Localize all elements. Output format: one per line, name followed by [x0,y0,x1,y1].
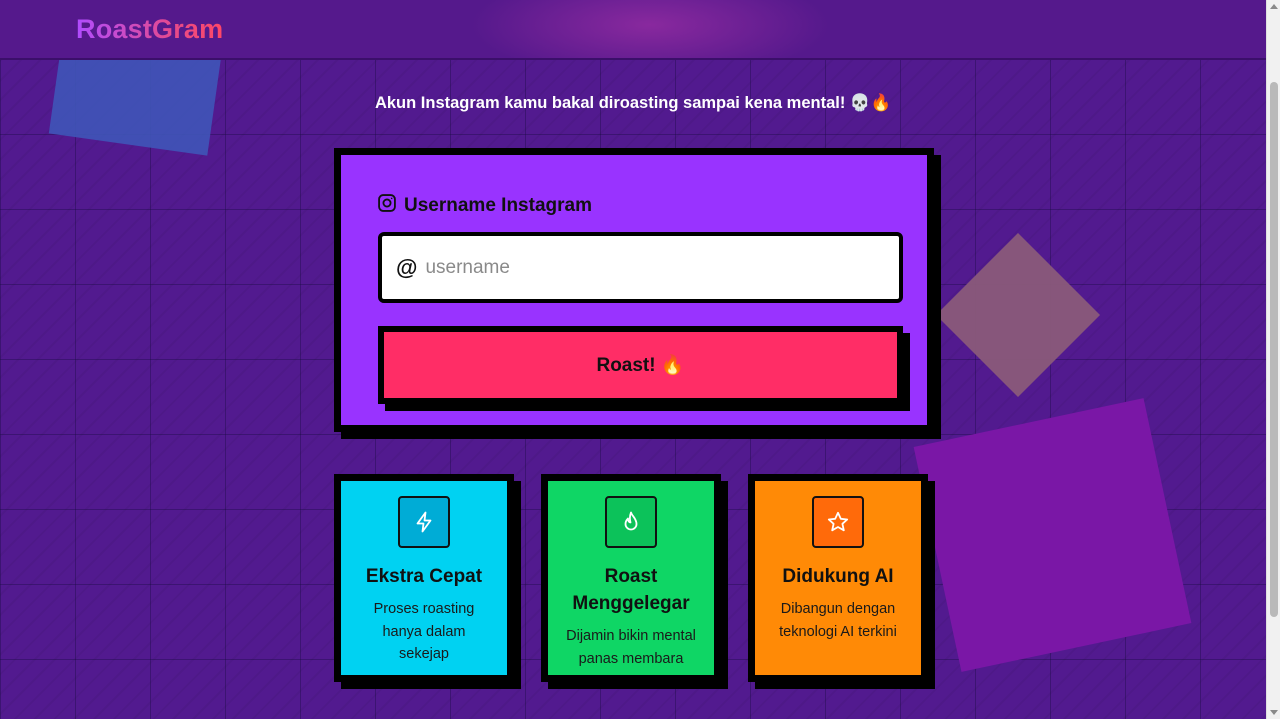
decorative-diamond [935,232,1101,398]
roast-form-card: Username Instagram @ Roast! 🔥 [334,148,934,432]
feature-card-fast: Ekstra Cepat Proses roasting hanya dalam… [334,474,514,682]
lightning-icon [398,496,450,548]
username-input[interactable] [425,256,866,279]
logo[interactable]: RoastGram [76,14,223,45]
feature-title: Didukung AI [782,566,894,587]
instagram-icon [377,193,397,219]
feature-title: Ekstra Cepat [365,566,483,587]
header: RoastGram [0,0,1266,60]
scroll-down-arrow-icon[interactable] [1270,710,1278,715]
feature-description: Dibangun dengan teknologi AI terkini [779,601,897,640]
scrollbar-thumb[interactable] [1270,82,1278,617]
feature-card-ai: Didukung AI Dibangun dengan teknologi AI… [748,474,928,682]
decorative-violet-square [913,398,1192,672]
tagline: Akun Instagram kamu bakal diroasting sam… [374,94,892,112]
scroll-up-arrow-icon[interactable] [1270,4,1278,9]
scrollbar[interactable] [1266,0,1280,719]
feature-description: Dijamin bikin mental panas membara [566,628,696,667]
star-icon [812,496,864,548]
flame-icon [605,496,657,548]
feature-title: Roast Menggelegar [572,566,690,614]
username-label: Username Instagram [377,193,592,219]
feature-card-roast: Roast Menggelegar Dijamin bikin mental p… [541,474,721,682]
at-icon: @ [396,254,418,280]
feature-description: Proses roasting hanya dalam sekejap [373,601,475,662]
username-label-text: Username Instagram [404,195,592,216]
header-glow [470,0,830,58]
page-background: RoastGram Akun Instagram kamu bakal diro… [0,0,1266,719]
roast-button[interactable]: Roast! 🔥 [378,326,903,404]
username-field[interactable]: @ [378,232,903,303]
